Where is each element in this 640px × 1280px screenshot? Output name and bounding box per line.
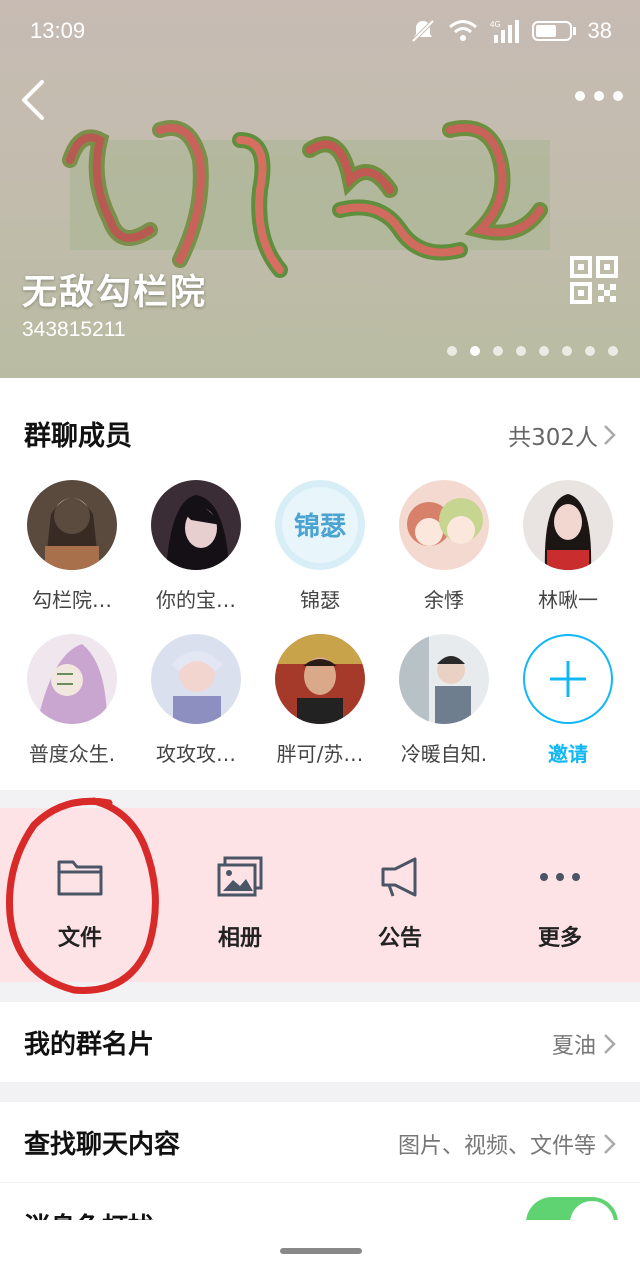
status-bar: 13:09 4G 38: [0, 0, 640, 66]
member-item[interactable]: 锦瑟 锦瑟: [258, 480, 382, 613]
mute-bell-icon: [411, 19, 434, 43]
invite-circle: [523, 634, 613, 724]
page-dot: [516, 346, 526, 356]
files-label: 文件: [57, 926, 102, 951]
invite-member-button[interactable]: 邀请: [506, 634, 630, 767]
member-item[interactable]: 冷暖自知.: [382, 634, 506, 767]
member-name: 余悸: [424, 588, 464, 612]
plus-icon: [550, 661, 586, 697]
member-count: 共302人: [508, 425, 598, 451]
member-avatar: [151, 480, 241, 570]
svg-text:锦瑟: 锦瑟: [294, 511, 346, 542]
member-avatar: [275, 634, 365, 724]
member-avatar: [151, 634, 241, 724]
more-button[interactable]: 更多: [480, 808, 640, 982]
group-id: 343815211: [22, 318, 126, 341]
members-section: 群聊成员 共302人 勾栏院… 你的宝… 锦瑟 锦瑟 余悸 林啾一 普度众生. …: [0, 378, 640, 790]
search-chat-title: 查找聊天内容: [24, 1130, 181, 1160]
page-dot: [493, 346, 503, 356]
invite-label: 邀请: [548, 742, 588, 766]
battery-tip: [572, 27, 576, 35]
network-type: 4G: [490, 20, 501, 29]
more-label: 更多: [537, 926, 582, 951]
member-item[interactable]: 胖可/苏…: [258, 634, 382, 767]
page-dot: [562, 346, 572, 356]
member-name: 攻攻攻…: [156, 742, 236, 766]
member-item[interactable]: 攻攻攻…: [134, 634, 258, 767]
member-name: 冷暖自知.: [400, 742, 488, 766]
member-avatar: [523, 480, 613, 570]
my-group-card-row[interactable]: 我的群名片 夏油: [0, 1002, 640, 1082]
chevron-right-icon: [604, 1034, 616, 1054]
member-avatar: [399, 480, 489, 570]
qr-code-icon[interactable]: [570, 256, 618, 304]
search-chat-row[interactable]: 查找聊天内容 图片、视频、文件等: [0, 1102, 640, 1182]
more-dots-icon[interactable]: [572, 84, 626, 108]
member-name: 锦瑟: [300, 588, 340, 612]
status-time: 13:09: [30, 18, 86, 43]
page-dot: [539, 346, 549, 356]
page-dot: [447, 346, 457, 356]
page-dot: [608, 346, 618, 356]
member-avatar: [399, 634, 489, 724]
my-group-card-name: 夏油: [551, 1034, 596, 1059]
member-item[interactable]: 勾栏院…: [10, 480, 134, 613]
member-avatar: 锦瑟: [275, 480, 365, 570]
member-name: 你的宝…: [156, 588, 236, 612]
member-item[interactable]: 你的宝…: [134, 480, 258, 613]
member-item[interactable]: 普度众生.: [10, 634, 134, 767]
member-row: 勾栏院… 你的宝… 锦瑟 锦瑟 余悸 林啾一: [0, 480, 640, 613]
member-name: 勾栏院…: [32, 588, 112, 612]
member-avatar: [27, 634, 117, 724]
megaphone-icon: [381, 857, 417, 897]
announcement-label: 公告: [377, 926, 422, 951]
status-icons: 4G 38: [410, 18, 612, 44]
cover-page-indicator: [447, 346, 618, 356]
page-dot: [585, 346, 595, 356]
album-icon: [217, 856, 263, 897]
chevron-right-icon: [604, 1134, 616, 1154]
member-name: 胖可/苏…: [276, 742, 364, 766]
group-name: 无敌勾栏院: [22, 272, 208, 313]
member-item[interactable]: 林啾一: [506, 480, 630, 613]
announcement-button[interactable]: 公告: [320, 808, 480, 982]
my-group-card-title: 我的群名片: [24, 1030, 155, 1060]
album-button[interactable]: 相册: [160, 808, 320, 982]
battery-icon: [531, 21, 572, 41]
member-item[interactable]: 余悸: [382, 480, 506, 613]
chevron-right-icon: [604, 425, 616, 445]
more-icon: [540, 873, 580, 881]
signal-icon: 4G: [490, 20, 519, 43]
member-count-link[interactable]: 共302人: [508, 418, 618, 452]
member-avatar: [27, 480, 117, 570]
member-name: 普度众生.: [28, 742, 116, 766]
battery-level: 38: [587, 18, 612, 43]
search-chat-hint-text: 图片、视频、文件等: [397, 1134, 596, 1159]
my-group-card-value: 夏油: [552, 1028, 618, 1060]
wifi-icon: [448, 20, 477, 41]
home-indicator[interactable]: [280, 1248, 362, 1254]
page-dot-active: [470, 346, 480, 356]
member-name: 林啾一: [538, 588, 598, 612]
files-button[interactable]: 文件: [0, 808, 160, 982]
group-header: 13:09 4G 38 无敌勾栏院 343815211: [0, 0, 640, 378]
folder-icon: [57, 860, 103, 896]
search-chat-hint: 图片、视频、文件等: [398, 1128, 618, 1160]
member-row: 普度众生. 攻攻攻… 胖可/苏… 冷暖自知. 邀请: [0, 634, 640, 767]
members-title: 群聊成员: [24, 421, 132, 452]
group-actions-bar: 文件 相册 公告 更多: [0, 808, 640, 982]
album-label: 相册: [217, 926, 262, 951]
